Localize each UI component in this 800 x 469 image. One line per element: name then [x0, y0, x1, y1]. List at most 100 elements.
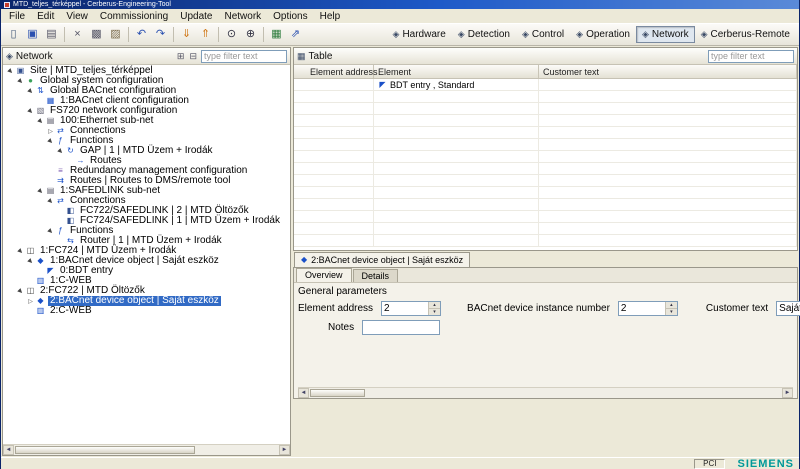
menu-item-edit[interactable]: Edit	[31, 10, 60, 23]
column-header-customer-text[interactable]: Customer text	[539, 65, 797, 78]
scroll-track[interactable]	[196, 445, 279, 455]
scroll-thumb[interactable]	[310, 389, 365, 397]
cell-empty	[294, 211, 374, 222]
tree-node[interactable]: ▶▤100:Ethernet sub-net	[3, 116, 290, 126]
element-address-input[interactable]	[382, 302, 428, 315]
detail-tab[interactable]: ◆ 2:BACnet device object | Saját eszköz	[294, 252, 470, 267]
cell-empty	[374, 187, 539, 198]
redo-button[interactable]: ↷	[151, 26, 170, 44]
cell-empty	[374, 91, 539, 102]
station-icon: ◧	[65, 207, 76, 215]
detail-hscrollbar[interactable]: ◄ ►	[298, 387, 793, 398]
menu-item-file[interactable]: File	[3, 10, 31, 23]
task-network[interactable]: ◈Network	[636, 26, 695, 43]
tree-node[interactable]: ▶▤1:SAFEDLINK sub-net	[3, 186, 290, 196]
menu-item-help[interactable]: Help	[314, 10, 347, 23]
task-diamond-icon: ◈	[393, 29, 400, 40]
column-header-element-address[interactable]: Element address	[294, 65, 374, 78]
cell-empty	[539, 235, 797, 246]
tree-node[interactable]: ◤0:BDT entry	[3, 266, 290, 276]
cell-empty	[539, 223, 797, 234]
tree-node[interactable]: ◧FC724/SAFEDLINK | 1 | MTD Üzem + Irodák	[3, 216, 290, 226]
menu-item-options[interactable]: Options	[267, 10, 313, 23]
expand-expander-icon[interactable]: ▷	[26, 297, 35, 306]
field-row-2: Notes	[298, 320, 793, 335]
window-title: MTD_teljes_térképpel - Cerberus-Engineer…	[13, 1, 171, 9]
cell-element: ◤BDT entry , Standard	[374, 79, 539, 90]
task-control[interactable]: ◈Control	[516, 26, 570, 43]
collapse-all-icon[interactable]: ⊟	[188, 51, 198, 62]
tree-node[interactable]: ▷⇄Connections	[3, 126, 290, 136]
menu-item-network[interactable]: Network	[218, 10, 267, 23]
tree-node[interactable]: ▶◆1:BACnet device object | Saját eszköz	[3, 256, 290, 266]
table-button[interactable]: ▦	[267, 26, 286, 44]
notes-input[interactable]	[362, 320, 440, 335]
spin-down-icon[interactable]: ▾	[429, 308, 440, 315]
tab-details[interactable]: Details	[353, 269, 399, 282]
copy-icon: ▩	[91, 29, 101, 40]
tree-node[interactable]: ▥2:C-WEB	[3, 306, 290, 316]
spin-down-icon[interactable]: ▾	[666, 308, 677, 315]
search-button[interactable]: ⊙	[222, 26, 241, 44]
export-button[interactable]: ⇗	[286, 26, 305, 44]
upload-icon: ⇑	[201, 29, 210, 40]
tree-node[interactable]: ▷◆2:BACnet device object | Saját eszköz	[3, 296, 290, 306]
status-bar: PCI SIEMENS	[1, 457, 799, 469]
expander-spacer	[56, 207, 65, 216]
menu-item-view[interactable]: View	[60, 10, 94, 23]
cell-empty	[539, 103, 797, 114]
task-hardware[interactable]: ◈Hardware	[387, 26, 452, 43]
cell-empty	[374, 199, 539, 210]
network-panel: ◈ Network ⊞ ⊟ ▶▣Site | MTD_teljes_térkép…	[2, 47, 291, 456]
scroll-left-icon[interactable]: ◄	[298, 388, 309, 398]
table-row-empty	[294, 115, 797, 127]
task-label: Hardware	[402, 29, 445, 40]
download-button[interactable]: ⇓	[177, 26, 196, 44]
task-buttons: ◈Hardware◈Detection◈Control◈Operation◈Ne…	[387, 26, 796, 43]
cell-element-address	[294, 79, 374, 90]
task-operation[interactable]: ◈Operation	[570, 26, 636, 43]
tree-node[interactable]: ▶↻GAP | 1 | MTD Üzem + Irodák	[3, 146, 290, 156]
toolbar-separator	[263, 27, 264, 42]
paste-button[interactable]: ▨	[106, 26, 125, 44]
tab-overview[interactable]: Overview	[296, 268, 352, 282]
task-cerberus-remote[interactable]: ◈Cerberus-Remote	[695, 26, 796, 43]
print-button[interactable]: ▤	[42, 26, 61, 44]
undo-button[interactable]: ↶	[132, 26, 151, 44]
bacnet-instance-input[interactable]	[619, 302, 665, 315]
main-area: ◈ Network ⊞ ⊟ ▶▣Site | MTD_teljes_térkép…	[1, 46, 799, 457]
copy-button[interactable]: ▩	[87, 26, 106, 44]
task-detection[interactable]: ◈Detection	[452, 26, 516, 43]
search-icon: ⊙	[227, 29, 236, 40]
cell-empty	[294, 175, 374, 186]
menu-item-update[interactable]: Update	[174, 10, 218, 23]
column-header-element[interactable]: Element	[374, 65, 539, 78]
scroll-right-icon[interactable]: ►	[782, 388, 793, 398]
network-panel-icon: ◈	[6, 51, 13, 62]
toolbar-separator	[218, 27, 219, 42]
save-button[interactable]: ▣	[23, 26, 42, 44]
scroll-right-icon[interactable]: ►	[279, 445, 290, 455]
upload-button[interactable]: ⇑	[196, 26, 215, 44]
table-row[interactable]: ◤BDT entry , Standard	[294, 79, 797, 91]
table-row-empty	[294, 151, 797, 163]
table-filter-input[interactable]	[708, 50, 794, 63]
cell-empty	[294, 223, 374, 234]
menu-item-commissioning[interactable]: Commissioning	[94, 10, 174, 23]
expand-all-icon[interactable]: ⊞	[176, 51, 186, 62]
cell-empty	[539, 199, 797, 210]
table-icon: ▦	[271, 29, 281, 40]
scroll-track[interactable]	[366, 388, 782, 398]
element-address-field: ▴▾	[381, 301, 441, 316]
expander-spacer	[46, 167, 55, 176]
cell-empty	[294, 127, 374, 138]
scroll-left-icon[interactable]: ◄	[3, 445, 14, 455]
network-filter-input[interactable]	[201, 50, 287, 63]
new-document-button[interactable]: ▯	[4, 26, 23, 44]
cut-button[interactable]: ×	[68, 26, 87, 44]
zoom-in-button[interactable]: ⊕	[241, 26, 260, 44]
scroll-thumb[interactable]	[15, 446, 195, 454]
customer-text-input[interactable]	[776, 301, 800, 316]
task-label: Network	[652, 29, 689, 40]
network-hscrollbar[interactable]: ◄ ►	[3, 444, 290, 455]
